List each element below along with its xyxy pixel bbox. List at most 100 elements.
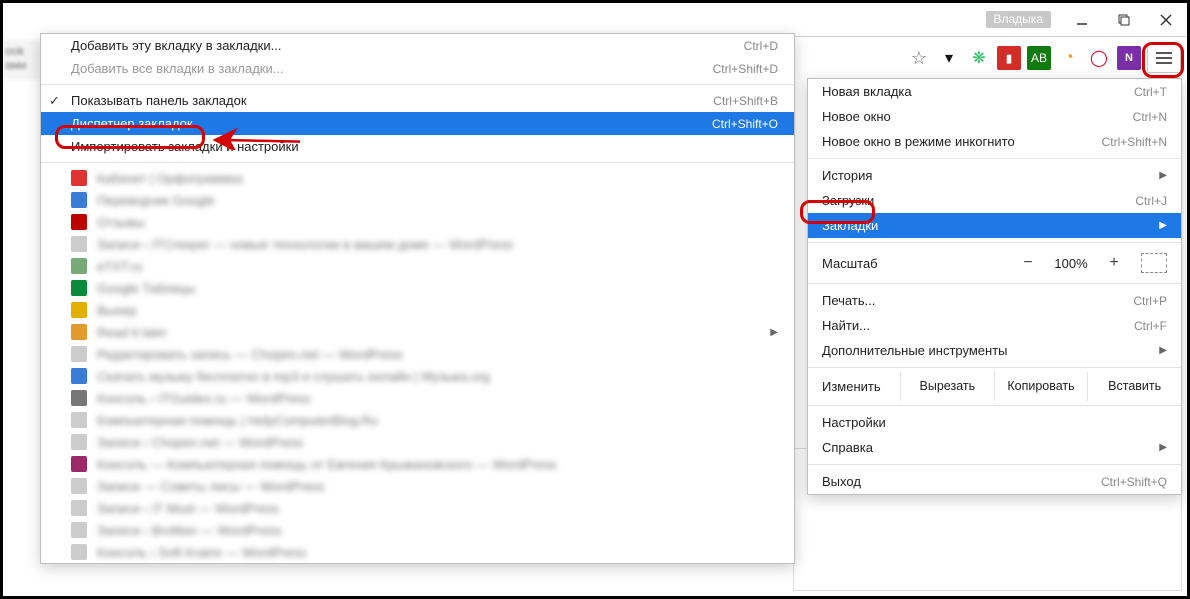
menu-find[interactable]: Найти... Ctrl+F xyxy=(808,313,1181,338)
extension-adblock-icon[interactable]: AB xyxy=(1027,46,1051,70)
favicon xyxy=(71,500,87,516)
bookmark-item[interactable]: Записи ‹ ITCreeper — новые технологии в … xyxy=(41,233,794,255)
menu-help[interactable]: Справка ▶ xyxy=(808,435,1181,460)
zoom-out-button[interactable]: − xyxy=(1015,252,1041,274)
extension-opera-icon[interactable]: ◯ xyxy=(1087,46,1111,70)
favicon xyxy=(71,434,87,450)
menu-label: Справка xyxy=(822,440,873,455)
bookmark-item[interactable]: Вьюер xyxy=(41,299,794,321)
bookmark-title: Переводчик Google xyxy=(97,193,778,208)
bookmark-item[interactable]: Консоль — Компьютерная помощь от Евгения… xyxy=(41,453,794,475)
bookmark-item[interactable]: Скачать музыку бесплатно в mp3 и слушать… xyxy=(41,365,794,387)
submenu-add-page[interactable]: Добавить эту вкладку в закладки... Ctrl+… xyxy=(41,34,794,57)
bookmark-item[interactable]: Записи ‹ BroMan — WordPress xyxy=(41,519,794,541)
bookmark-title: Скачать музыку бесплатно в mp3 и слушать… xyxy=(97,369,778,384)
submenu-bookmark-manager[interactable]: Диспетчер закладок Ctrl+Shift+O xyxy=(41,112,794,135)
user-badge[interactable]: Владыка xyxy=(986,11,1052,28)
extension-onenote-icon[interactable]: N xyxy=(1117,46,1141,70)
shortcut-text: Ctrl+N xyxy=(1133,110,1167,124)
bookmark-item[interactable]: Консоль ‹ Soft Krains — WordPress xyxy=(41,541,794,563)
page-fragment: ookами xyxy=(3,40,43,80)
submenu-label: Добавить эту вкладку в закладки... xyxy=(71,38,281,53)
menu-new-tab[interactable]: Новая вкладка Ctrl+T xyxy=(808,79,1181,104)
bookmark-item[interactable]: Кабинет | Орфограммка xyxy=(41,167,794,189)
bookmark-title: Консоль ‹ ITGuides.ru — WordPress xyxy=(97,391,778,406)
extension-pocket-icon[interactable]: ▾ xyxy=(937,46,961,70)
bookmark-title: eTXT.ru xyxy=(97,259,778,274)
menu-hamburger-button[interactable] xyxy=(1147,43,1181,73)
bookmark-item[interactable]: Редактировать запись — Chopen.net — Word… xyxy=(41,343,794,365)
extension-generic-icon[interactable]: ◔ xyxy=(1057,46,1081,70)
menu-label: Найти... xyxy=(822,318,870,333)
close-button[interactable] xyxy=(1145,6,1187,34)
shortcut-text: Ctrl+J xyxy=(1135,194,1167,208)
submenu-show-bar[interactable]: ✓ Показывать панель закладок Ctrl+Shift+… xyxy=(41,89,794,112)
chevron-right-icon: ▶ xyxy=(1159,170,1167,181)
shortcut-text: Ctrl+F xyxy=(1134,319,1167,333)
favicon xyxy=(71,302,87,318)
check-icon: ✓ xyxy=(49,93,60,109)
extension-evernote-icon[interactable]: ❋ xyxy=(967,46,991,70)
bookmark-item[interactable]: Отзывы xyxy=(41,211,794,233)
paste-button[interactable]: Вставить xyxy=(1087,372,1181,401)
fullscreen-button[interactable] xyxy=(1141,253,1167,273)
submenu-label: Добавить все вкладки в закладки... xyxy=(71,61,284,76)
bookmark-list: Кабинет | Орфограммка Переводчик Google От… xyxy=(41,167,794,563)
menu-label: Новая вкладка xyxy=(822,84,912,99)
separator xyxy=(808,367,1181,368)
bookmark-item[interactable]: Google Таблицы xyxy=(41,277,794,299)
submenu-import[interactable]: Импортировать закладки и настройки xyxy=(41,135,794,158)
bookmark-item[interactable]: Консоль ‹ ITGuides.ru — WordPress xyxy=(41,387,794,409)
shortcut-text: Ctrl+P xyxy=(1133,294,1167,308)
zoom-label: Масштаб xyxy=(822,256,878,271)
menu-incognito[interactable]: Новое окно в режиме инкогнито Ctrl+Shift… xyxy=(808,129,1181,154)
chevron-right-icon: ▶ xyxy=(1159,442,1167,453)
menu-settings[interactable]: Настройки xyxy=(808,410,1181,435)
extension-lastpass-icon[interactable]: ▮ xyxy=(997,46,1021,70)
menu-new-window[interactable]: Новое окно Ctrl+N xyxy=(808,104,1181,129)
separator xyxy=(808,405,1181,406)
favicon xyxy=(71,258,87,274)
favicon xyxy=(71,236,87,252)
submenu-label: Импортировать закладки и настройки xyxy=(71,139,299,154)
bookmark-item[interactable]: Записи ‹ IT Must — WordPress xyxy=(41,497,794,519)
menu-bookmarks[interactable]: Закладки ▶ xyxy=(808,213,1181,238)
chevron-right-icon: ▶ xyxy=(1159,220,1167,231)
bookmark-item[interactable]: eTXT.ru xyxy=(41,255,794,277)
bookmark-title: Записи — Советы лисы — WordPress xyxy=(97,479,778,494)
favicon xyxy=(71,192,87,208)
bookmark-title: Записи ‹ BroMan — WordPress xyxy=(97,523,778,538)
separator xyxy=(41,162,794,163)
favicon xyxy=(71,214,87,230)
bookmark-item[interactable]: Записи ‹ Chopen.net — WordPress xyxy=(41,431,794,453)
shortcut-text: Ctrl+Shift+Q xyxy=(1101,475,1167,489)
favicon xyxy=(71,280,87,296)
favicon xyxy=(71,522,87,538)
zoom-in-button[interactable]: + xyxy=(1101,252,1127,274)
copy-button[interactable]: Копировать xyxy=(994,372,1088,401)
toolbar: ☆ ▾ ❋ ▮ AB ◔ ◯ N xyxy=(887,37,1187,79)
favicon xyxy=(71,456,87,472)
menu-history[interactable]: История ▶ xyxy=(808,163,1181,188)
menu-print[interactable]: Печать... Ctrl+P xyxy=(808,288,1181,313)
bookmark-item[interactable]: Компьютерная помощь | HelpComputerBlog.R… xyxy=(41,409,794,431)
bookmark-item[interactable]: Записи — Советы лисы — WordPress xyxy=(41,475,794,497)
bookmark-item[interactable]: Read it later▶ xyxy=(41,321,794,343)
favicon xyxy=(71,346,87,362)
bookmark-item[interactable]: Переводчик Google xyxy=(41,189,794,211)
bookmark-title: Консоль ‹ Soft Krains — WordPress xyxy=(97,545,778,560)
menu-more-tools[interactable]: Дополнительные инструменты ▶ xyxy=(808,338,1181,363)
maximize-button[interactable] xyxy=(1103,6,1145,34)
menu-zoom-row: Масштаб − 100% + xyxy=(808,247,1181,279)
bookmark-title: Записи ‹ Chopen.net — WordPress xyxy=(97,435,778,450)
minimize-button[interactable] xyxy=(1061,6,1103,34)
favicon xyxy=(71,412,87,428)
menu-downloads[interactable]: Загрузки Ctrl+J xyxy=(808,188,1181,213)
bookmark-star-icon[interactable]: ☆ xyxy=(907,46,931,70)
menu-exit[interactable]: Выход Ctrl+Shift+Q xyxy=(808,469,1181,494)
favicon xyxy=(71,324,87,340)
shortcut-text: Ctrl+Shift+D xyxy=(713,62,778,76)
shortcut-text: Ctrl+Shift+B xyxy=(713,94,778,108)
separator xyxy=(808,158,1181,159)
cut-button[interactable]: Вырезать xyxy=(900,372,994,401)
